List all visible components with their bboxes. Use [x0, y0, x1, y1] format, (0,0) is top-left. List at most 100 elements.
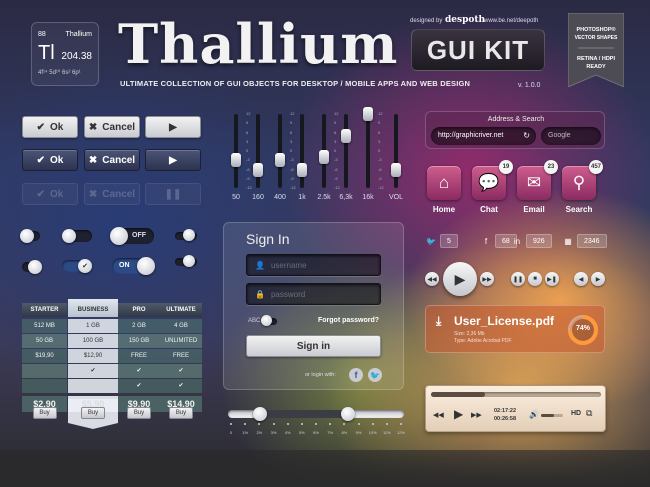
social-counter[interactable]: 🐦 5 — [425, 234, 458, 248]
plan-cell: 2 GB — [118, 319, 160, 333]
eq-band-label: 16k — [362, 194, 374, 201]
eq-knob[interactable] — [231, 153, 241, 168]
pause-button-disabled[interactable]: ❚❚ — [145, 183, 201, 205]
play-icon: ▶ — [169, 154, 177, 166]
reload-icon[interactable]: ↻ — [523, 127, 530, 145]
check-icon: ✔ — [36, 154, 46, 166]
stop-button[interactable]: ■ — [528, 272, 542, 286]
social-counter[interactable]: in 926 — [511, 234, 552, 248]
toggle-small-2[interactable] — [175, 229, 197, 241]
eq-knob[interactable] — [363, 107, 373, 121]
range-tick-label: 2% — [256, 430, 263, 435]
eq-knob[interactable] — [275, 153, 285, 168]
ok-button-light[interactable]: ✔ Ok — [22, 116, 78, 138]
plan-cell: ✔ — [160, 379, 202, 393]
forgot-password-link[interactable]: Forgot password? — [318, 317, 379, 324]
player-rewind-icon[interactable]: ◀◀ — [433, 411, 444, 419]
url-text: http://graphicriver.net — [438, 132, 504, 139]
toggle-small-1[interactable] — [20, 229, 40, 243]
eq-tick-label: -3 — [334, 157, 338, 163]
player-forward-icon[interactable]: ▶▶ — [471, 411, 482, 419]
eq-knob[interactable] — [253, 162, 263, 177]
eq-track[interactable] — [344, 114, 348, 188]
range-handle-high[interactable] — [340, 407, 355, 421]
hd-label[interactable]: HD — [571, 410, 581, 417]
toggle-check[interactable]: ✔ — [62, 259, 92, 273]
eq-knob[interactable] — [297, 162, 307, 177]
buy-button[interactable]: Buy — [127, 407, 151, 419]
plan-cell — [68, 379, 118, 393]
ok-label: Ok — [50, 121, 64, 133]
eq-tick-label: 12 — [334, 111, 339, 116]
eq-knob[interactable] — [319, 150, 329, 165]
ok-label: Ok — [50, 154, 64, 166]
player-progress-track[interactable] — [431, 392, 601, 397]
plan-cell: 150 GB — [118, 334, 160, 348]
toggle-off[interactable]: OFF — [110, 227, 154, 245]
eq-track[interactable] — [234, 114, 238, 188]
cancel-button-light[interactable]: ✖ Cancel — [84, 116, 140, 138]
eq-band-label: 1k — [298, 194, 306, 201]
next-button[interactable]: ▶❚ — [545, 272, 559, 286]
eq-tick-label: 3 — [246, 138, 249, 144]
eq-tick-label: 9 — [334, 120, 337, 126]
eq-track[interactable] — [278, 114, 282, 188]
play-big-button[interactable]: ▶ — [443, 262, 477, 296]
download-icon[interactable]: ⤓ — [436, 314, 441, 329]
download-filename[interactable]: User_License.pdf — [454, 314, 554, 328]
prev-arrow-button[interactable]: ◀ — [574, 272, 588, 286]
fullscreen-icon[interactable]: ⧉ — [586, 408, 592, 419]
buy-button[interactable]: Buy — [81, 407, 105, 419]
ok-button-dark[interactable]: ✔ Ok — [22, 149, 78, 171]
app-home-button[interactable]: ⌂ — [427, 166, 461, 200]
twitter-login-button[interactable]: 🐦 — [368, 368, 382, 382]
password-field[interactable]: 🔒 password — [246, 283, 381, 305]
remember-toggle[interactable] — [261, 315, 277, 326]
eq-tick-label: -3 — [246, 157, 250, 163]
eq-track[interactable] — [394, 114, 398, 188]
designer-url[interactable]: www.be.net/deepoth — [484, 18, 538, 24]
rewind-button[interactable]: ◀◀ — [425, 272, 439, 286]
pause-button[interactable]: ❚❚ — [511, 272, 525, 286]
eq-track[interactable] — [256, 114, 260, 188]
url-bar[interactable]: http://graphicriver.net ↻ — [431, 127, 536, 145]
volume-icon[interactable]: 🔊 — [529, 410, 539, 419]
next-arrow-button[interactable]: ▶ — [591, 272, 605, 286]
eq-tick-label: 9 — [378, 120, 381, 126]
bottom-band — [0, 450, 650, 487]
range-slider[interactable]: 0 1% 2% 3% 4% 5% 6% 7% 8% 9% 10% 11% 12% — [226, 406, 406, 440]
toggle-off-label: OFF — [132, 232, 146, 239]
player-play-icon[interactable]: ▶ — [454, 407, 463, 421]
toggle-knob — [261, 315, 272, 326]
buy-button[interactable]: Buy — [32, 407, 57, 419]
play-button-dark[interactable]: ▶ — [145, 149, 201, 171]
eq-track[interactable] — [300, 114, 304, 188]
app-label: Email — [523, 205, 545, 214]
toggle-small-3[interactable] — [22, 260, 42, 274]
cancel-button-disabled[interactable]: ✖ Cancel — [84, 183, 140, 205]
range-tick-mark — [230, 423, 232, 425]
eq-track[interactable] — [366, 114, 370, 188]
range-handle-low[interactable] — [252, 407, 267, 421]
eq-tick-label: 6 — [378, 129, 381, 135]
search-bar[interactable]: Google — [541, 127, 601, 145]
toggle-medium-1[interactable] — [62, 229, 92, 243]
volume-track[interactable] — [541, 414, 563, 417]
social-counter[interactable]: ▦ 2346 — [562, 234, 607, 248]
username-field[interactable]: 👤 username — [246, 254, 381, 276]
user-icon: 👤 — [255, 260, 265, 270]
cancel-button-dark[interactable]: ✖ Cancel — [84, 149, 140, 171]
eq-tick-label: 0 — [246, 148, 249, 153]
eq-knob[interactable] — [391, 162, 401, 177]
toggle-on[interactable]: ON — [112, 257, 155, 275]
signin-button[interactable]: Sign in — [246, 335, 381, 357]
forward-button[interactable]: ▶▶ — [480, 272, 494, 286]
facebook-login-button[interactable]: f — [349, 368, 363, 382]
toggle-small-4[interactable] — [175, 255, 197, 267]
buy-button[interactable]: Buy — [169, 407, 193, 419]
plan-cell: FREE — [160, 349, 202, 363]
eq-knob[interactable] — [341, 128, 351, 143]
home-icon: ⌂ — [438, 173, 450, 192]
ok-button-disabled[interactable]: ✔ Ok — [22, 183, 78, 205]
play-button-light[interactable]: ▶ — [145, 116, 201, 138]
